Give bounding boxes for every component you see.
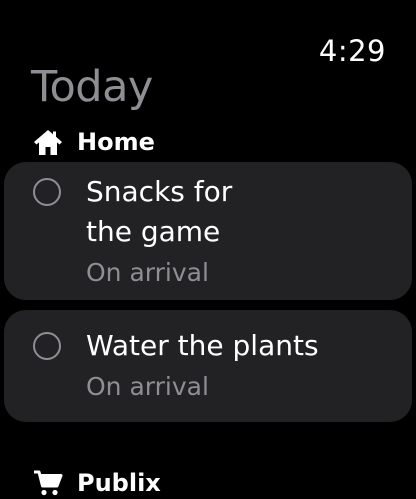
reminder-item[interactable]: Snacks for the game On arrival [4,162,412,300]
house-icon [33,127,63,157]
section-header-home: Home [33,126,155,158]
reminder-title-line2: the game [86,215,221,248]
reminder-title-line1: Snacks for [86,175,233,208]
reminder-subtitle: On arrival [86,372,209,401]
complete-checkbox[interactable] [33,178,61,206]
reminder-subtitle: On arrival [86,258,209,287]
section-header-publix: Publix [33,467,161,499]
reminder-item[interactable]: Water the plants On arrival [4,310,412,422]
cart-icon [33,468,63,498]
page-title: Today [31,62,153,112]
section-label-home: Home [77,128,155,156]
clock-time: 4:29 [318,34,386,68]
complete-checkbox[interactable] [33,332,61,360]
section-label-publix: Publix [77,469,161,497]
reminder-title: Snacks for the game [86,172,286,252]
reminder-title: Water the plants [86,329,319,362]
